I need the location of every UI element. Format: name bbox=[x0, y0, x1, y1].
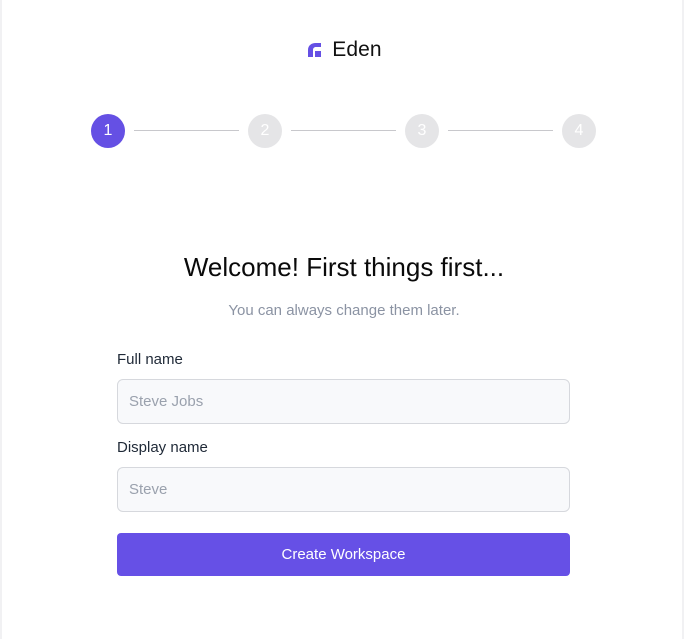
brand-name: Eden bbox=[332, 38, 382, 61]
progress-stepper: 1 2 3 4 bbox=[91, 114, 596, 148]
brand-header: Eden bbox=[2, 38, 684, 62]
step-connector bbox=[448, 130, 553, 131]
page-subtitle: You can always change them later. bbox=[228, 302, 460, 319]
full-name-label: Full name bbox=[117, 351, 183, 368]
full-name-input[interactable] bbox=[117, 379, 570, 424]
step-2: 2 bbox=[248, 114, 282, 148]
page-title: Welcome! First things first... bbox=[183, 252, 505, 282]
onboarding-page: Eden 1 2 3 4 Welcome! First things first… bbox=[0, 0, 684, 639]
step-connector bbox=[134, 130, 239, 131]
eden-logo-icon bbox=[306, 41, 324, 59]
step-1: 1 bbox=[91, 114, 125, 148]
step-4: 4 bbox=[562, 114, 596, 148]
create-workspace-button[interactable]: Create Workspace bbox=[117, 533, 570, 576]
display-name-input[interactable] bbox=[117, 467, 570, 512]
step-connector bbox=[291, 130, 396, 131]
display-name-label: Display name bbox=[117, 439, 208, 456]
step-3: 3 bbox=[405, 114, 439, 148]
